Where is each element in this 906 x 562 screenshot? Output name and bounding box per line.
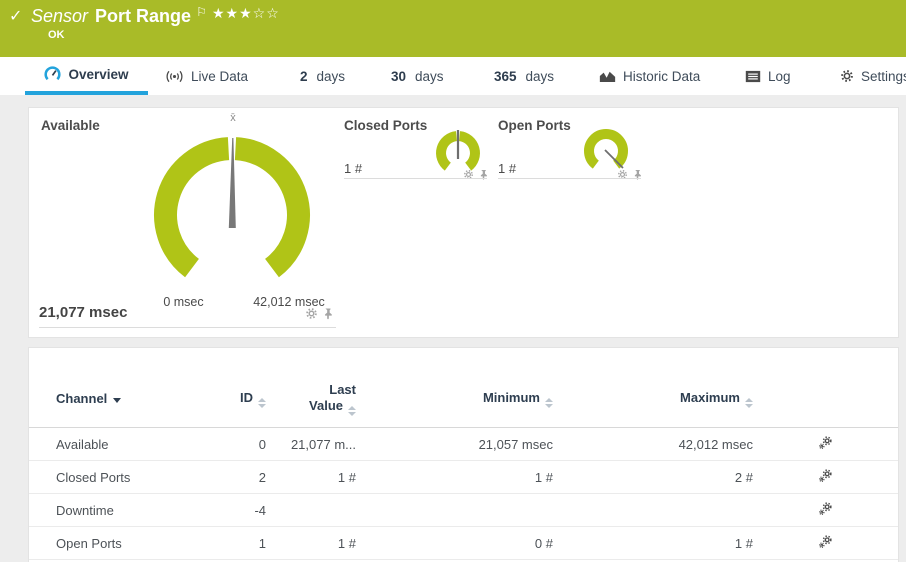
column-label: Maximum (680, 389, 740, 405)
mean-marker: x̄ (230, 112, 236, 124)
priority-stars[interactable]: ★★★☆☆ (212, 5, 280, 22)
column-header-minimum[interactable]: Minimum (356, 390, 553, 408)
sensor-name: Port Range (95, 6, 192, 26)
channel-id: 1 (258, 535, 266, 551)
channel-last-value: 1 # (337, 469, 356, 485)
chart-icon (599, 71, 616, 82)
sort-caret-icon (113, 398, 122, 403)
table-row: Available 0 21,077 m... 21,057 msec 42,0… (29, 428, 898, 461)
gauge-available-value: 21,077 msec (39, 304, 128, 321)
channel-id: 2 (258, 469, 266, 485)
sort-icon[interactable] (348, 405, 356, 416)
channel-settings-gears-icon[interactable] (818, 435, 833, 453)
table-row: Downtime -4 (29, 494, 898, 527)
column-header-channel[interactable]: Channel (56, 391, 206, 406)
column-label: Last (329, 381, 356, 397)
sort-icon[interactable] (745, 397, 753, 408)
tab-label: days (525, 68, 555, 84)
channel-last-value: 1 # (337, 535, 356, 551)
channel-name[interactable]: Open Ports (56, 536, 206, 551)
channel-minimum: 21,057 msec (478, 436, 553, 452)
tab-number: 365 (494, 68, 517, 84)
channel-maximum: 42,012 msec (678, 436, 753, 452)
table-header-row: Channel ID Last Value Minimum Maximum (29, 348, 898, 428)
gauge-settings-gear-icon[interactable] (463, 167, 474, 185)
tab-label: Log (768, 68, 791, 84)
channel-name[interactable]: Downtime (56, 503, 206, 518)
status-check-icon: ✓ (9, 8, 23, 25)
sensor-type-label: Sensor (31, 6, 89, 26)
gauge-settings-gear-icon[interactable] (617, 167, 628, 185)
tab-365-days[interactable]: 365 days (494, 57, 554, 95)
tab-live-data[interactable]: Live Data (165, 57, 248, 95)
gauge-settings-gear-icon[interactable] (305, 307, 318, 325)
channel-minimum: 1 # (534, 469, 553, 485)
channel-maximum: 2 # (734, 469, 753, 485)
column-label: Minimum (482, 389, 540, 405)
table-row: Closed Ports 2 1 # 1 # 2 # (29, 461, 898, 494)
sensor-header: ✓ Sensor Port Range ⚐ ★★★☆☆ OK (0, 0, 906, 57)
available-gauge (154, 137, 310, 278)
tab-number: 2 (300, 68, 308, 84)
gauge-closed-title: Closed Ports (344, 118, 428, 133)
gear-icon (841, 70, 853, 82)
tab-label: Settings (861, 68, 906, 84)
tab-2-days[interactable]: 2 days (300, 57, 345, 95)
live-data-icon (166, 70, 183, 82)
column-header-maximum[interactable]: Maximum (553, 390, 753, 408)
gauge-pin-icon[interactable] (479, 167, 488, 185)
channel-name[interactable]: Closed Ports (56, 470, 206, 485)
status-badge: OK (48, 29, 65, 41)
tab-number: 30 (391, 68, 407, 84)
tab-settings[interactable]: Settings (840, 57, 906, 95)
channel-settings-gears-icon[interactable] (818, 534, 833, 552)
tab-30-days[interactable]: 30 days (391, 57, 444, 95)
gauge-pin-icon[interactable] (323, 307, 333, 325)
tab-log[interactable]: Log (745, 57, 791, 95)
gauge-icon (44, 65, 61, 80)
column-label: Value (309, 397, 343, 413)
gauge-pin-icon[interactable] (633, 167, 642, 185)
channel-minimum: 0 # (534, 535, 553, 551)
tab-label: Overview (68, 66, 129, 82)
channels-table-panel: Channel ID Last Value Minimum Maximum Av… (28, 347, 899, 562)
gauge-closed-value: 1 # (344, 161, 363, 176)
column-label: ID (240, 389, 253, 405)
tab-overview[interactable]: Overview (25, 57, 148, 95)
channel-name[interactable]: Available (56, 437, 206, 452)
sort-icon[interactable] (545, 397, 553, 408)
channel-id: 0 (258, 436, 266, 452)
gauge-open-value: 1 # (498, 161, 517, 176)
tab-bar: Overview Live Data 2 days 30 days 365 da… (0, 57, 906, 95)
tab-label: Live Data (191, 68, 249, 84)
tab-label: days (415, 68, 444, 84)
column-label-line2: Value (309, 398, 356, 416)
sort-icon[interactable] (258, 397, 266, 408)
column-label: Channel (56, 391, 108, 406)
gauge-min-label: 0 msec (163, 295, 204, 309)
flag-icon[interactable]: ⚐ (196, 5, 207, 19)
log-icon (745, 70, 761, 82)
channel-last-value: 21,077 m... (290, 436, 356, 452)
sensor-title: Sensor Port Range ⚐ (31, 5, 207, 27)
channel-settings-gears-icon[interactable] (818, 468, 833, 486)
column-header-last-value[interactable]: Last Value (266, 382, 356, 416)
gauges-panel: Available x̄ 0 msec 42,012 msec 21,077 m… (28, 107, 899, 338)
tab-historic-data[interactable]: Historic Data (599, 57, 700, 95)
gauge-available-title: Available (41, 118, 100, 133)
column-header-id[interactable]: ID (206, 390, 266, 408)
tab-label: Historic Data (623, 68, 701, 84)
channel-settings-gears-icon[interactable] (818, 501, 833, 519)
channel-id: -4 (254, 502, 266, 518)
gauge-open-title: Open Ports (498, 118, 571, 133)
gauge-needle (228, 138, 236, 228)
tab-label: days (316, 68, 346, 84)
channel-maximum: 1 # (734, 535, 753, 551)
table-row: Open Ports 1 1 # 0 # 1 # (29, 527, 898, 560)
